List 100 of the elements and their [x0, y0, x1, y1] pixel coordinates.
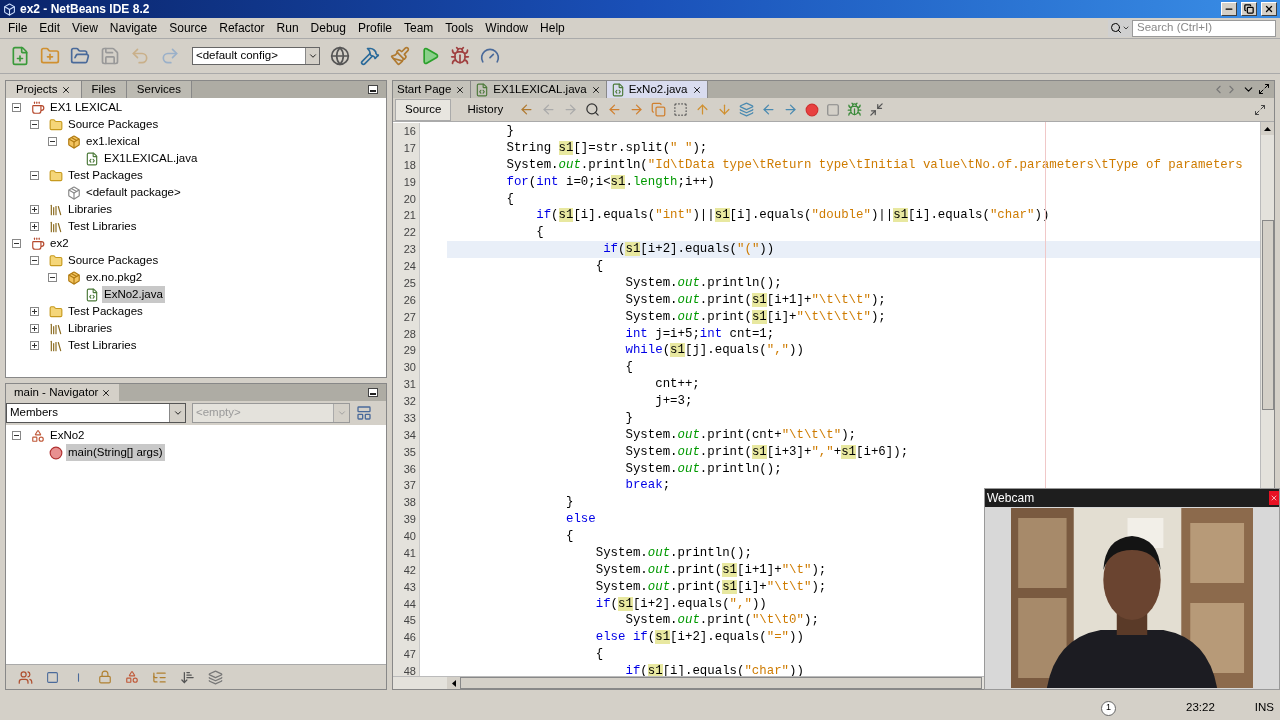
stop-icon[interactable] [826, 102, 841, 117]
close-button[interactable] [1261, 2, 1277, 16]
close-icon[interactable] [590, 84, 601, 95]
open-folder-icon[interactable] [70, 46, 90, 66]
tree-item[interactable]: Test Packages [66, 302, 145, 321]
menu-item[interactable]: Navigate [103, 19, 164, 37]
tree-item[interactable]: Libraries [66, 200, 115, 219]
tree-item[interactable]: ExNo2 [48, 426, 87, 445]
menu-item[interactable]: Run [270, 19, 305, 37]
menu-item[interactable]: Window [479, 19, 535, 37]
expander-icon[interactable] [30, 171, 39, 180]
expander-icon[interactable] [12, 239, 21, 248]
restore-button[interactable] [1241, 2, 1257, 16]
tree-item[interactable]: Libraries [66, 319, 115, 338]
selection-icon[interactable] [673, 102, 689, 117]
menu-item[interactable]: Source [163, 19, 214, 37]
layers-icon[interactable] [739, 102, 755, 117]
expander-icon[interactable] [30, 341, 39, 350]
close-icon[interactable] [691, 84, 702, 95]
menu-item[interactable]: Debug [304, 19, 352, 37]
tree-item[interactable]: ex1.lexical [84, 132, 142, 151]
field-icon[interactable] [46, 670, 59, 684]
menu-item[interactable]: Refactor [213, 19, 271, 37]
menu-item[interactable]: View [66, 19, 104, 37]
menu-item[interactable]: Profile [352, 19, 398, 37]
menu-item[interactable]: File [2, 19, 34, 37]
panel-tab[interactable]: Services [126, 81, 192, 98]
menu-item[interactable]: Tools [439, 19, 480, 37]
expander-icon[interactable] [30, 222, 39, 231]
lock-icon[interactable] [98, 670, 112, 684]
run-icon[interactable] [420, 46, 440, 66]
tree-item[interactable]: ex.no.pkg2 [84, 268, 145, 287]
globe-icon[interactable] [330, 46, 350, 66]
expander-icon[interactable] [30, 324, 39, 333]
config-dropdown[interactable]: <default config> [192, 47, 320, 65]
close-icon[interactable] [101, 387, 112, 398]
panel-tab[interactable]: Projects [6, 81, 82, 98]
scroll-left-button[interactable] [447, 677, 460, 689]
minimize-button[interactable] [368, 388, 378, 397]
panel-tab[interactable]: Files [81, 81, 127, 98]
members-dropdown[interactable]: Members [6, 403, 186, 423]
expander-icon[interactable] [30, 307, 39, 316]
tree-item[interactable]: main(String[] args) [66, 443, 165, 462]
record-icon[interactable] [805, 102, 820, 117]
editor-tab[interactable]: Start Page [393, 81, 472, 98]
tree-item[interactable]: <default package> [84, 183, 183, 202]
search-options-button[interactable] [1108, 19, 1132, 37]
new-file-icon[interactable] [10, 46, 30, 66]
expand-icon[interactable] [1254, 103, 1266, 116]
shift-left-icon[interactable] [761, 102, 777, 117]
debug-icon[interactable] [450, 46, 470, 66]
brush-icon[interactable] [390, 46, 410, 66]
hammer-icon[interactable] [360, 46, 380, 66]
members-icon[interactable] [18, 669, 33, 685]
tree-item[interactable]: Test Packages [66, 166, 145, 185]
tree-item[interactable]: ExNo2.java [102, 285, 165, 304]
tree-item[interactable]: EX1 LEXICAL [48, 98, 125, 117]
shift-right-icon[interactable] [783, 102, 799, 117]
expander-icon[interactable] [12, 103, 21, 112]
menu-item[interactable]: Team [398, 19, 440, 37]
tree-item[interactable]: Test Libraries [66, 336, 139, 355]
view-tab[interactable]: Source [395, 98, 452, 121]
profile-icon[interactable] [480, 46, 500, 66]
search-field[interactable]: Search (Ctrl+I) [1132, 19, 1276, 37]
scroll-up-button[interactable] [1261, 122, 1274, 135]
editor-tab[interactable]: EX1LEXICAL.java [471, 81, 607, 98]
scrollbar-thumb[interactable] [1261, 220, 1274, 410]
expander-icon[interactable] [30, 120, 39, 129]
expander-icon[interactable] [48, 137, 57, 146]
copy-icon[interactable] [651, 102, 667, 117]
minimize-button[interactable] [368, 85, 378, 94]
tree-item[interactable]: Test Libraries [66, 217, 139, 236]
horizontal-scrollbar-thumb[interactable] [460, 677, 982, 689]
back-icon[interactable] [519, 102, 535, 117]
maximize-icon[interactable] [1258, 83, 1270, 95]
sort-icon[interactable] [180, 669, 195, 685]
tree-item[interactable]: Source Packages [66, 251, 161, 270]
expander-icon[interactable] [12, 431, 21, 440]
tree-item[interactable]: EX1LEXICAL.java [102, 149, 200, 168]
tree-item[interactable]: ex2 [48, 234, 71, 253]
expander-icon[interactable] [48, 273, 57, 282]
notification-badge[interactable]: 1 [1101, 700, 1117, 716]
search-icon[interactable] [585, 102, 601, 117]
view-tab[interactable]: History [458, 98, 513, 121]
close-icon[interactable] [455, 84, 466, 95]
menu-item[interactable]: Edit [33, 19, 67, 37]
previous-icon[interactable] [607, 102, 623, 117]
close-icon[interactable] [60, 84, 71, 95]
tree-item[interactable]: Source Packages [66, 115, 161, 134]
panel-icon[interactable] [356, 405, 372, 421]
tree-icon[interactable] [152, 669, 167, 685]
layers-icon[interactable] [208, 669, 223, 685]
panel-tab[interactable]: main - Navigator [6, 384, 120, 401]
shapes-icon[interactable] [125, 670, 139, 684]
expander-icon[interactable] [30, 256, 39, 265]
save-icon[interactable] [100, 46, 120, 66]
next-icon[interactable] [629, 102, 645, 117]
menu-item[interactable]: Help [534, 19, 571, 37]
expander-icon[interactable] [30, 205, 39, 214]
bug-icon[interactable] [847, 102, 863, 117]
